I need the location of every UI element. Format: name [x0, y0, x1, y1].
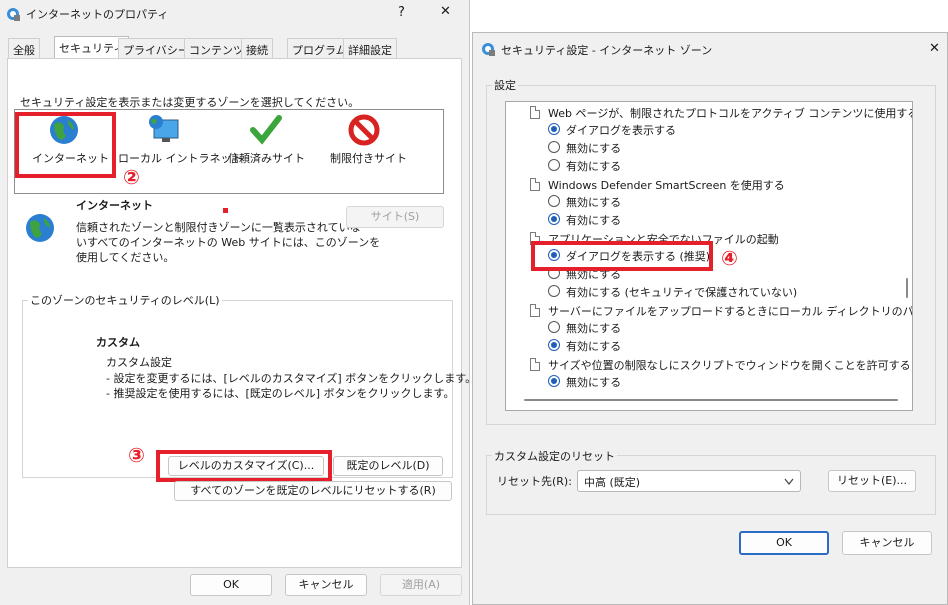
- tab-programs[interactable]: プログラム: [287, 38, 352, 58]
- check-icon: [250, 115, 282, 145]
- close-button[interactable]: ✕: [440, 4, 451, 19]
- sites-button[interactable]: サイト(S): [346, 206, 444, 228]
- reset-button[interactable]: リセット(E)...: [828, 470, 916, 492]
- zone-restricted-sites-label: 制限付きサイト: [330, 152, 407, 165]
- annotation-2: ②: [123, 165, 140, 189]
- internet-properties-window: インターネットのプロパティ ? ✕ 全般 セキュリティ プライバシー コンテンツ…: [0, 0, 476, 605]
- annotation-box-customize: [156, 450, 332, 482]
- settings-legend: 設定: [492, 77, 518, 93]
- cancel-button[interactable]: キャンセル: [285, 574, 367, 596]
- annotation-box-prompt-recommended: [531, 241, 713, 271]
- zone-local-intranet-label: ローカル イントラネット: [118, 152, 243, 165]
- settings-item-icon: [530, 358, 540, 371]
- close-button[interactable]: ✕: [929, 41, 940, 56]
- zone-trusted-sites[interactable]: 信頼済みサイト: [226, 112, 310, 176]
- option-label: 無効にする: [566, 322, 622, 335]
- zone-prompt: セキュリティ設定を表示または変更するゾーンを選択してください。: [20, 96, 360, 109]
- ok-button[interactable]: OK: [739, 531, 829, 555]
- security-level-legend: このゾーンのセキュリティのレベル(L): [28, 292, 222, 308]
- marker-dot: [223, 208, 228, 213]
- settings-item-icon: [530, 304, 540, 317]
- radio-upload-disable[interactable]: [548, 321, 560, 333]
- radio-launch-enable[interactable]: [548, 285, 560, 297]
- option-label: 有効にする: [566, 160, 622, 173]
- setting-header-smartscreen: Windows Defender SmartScreen を使用する: [548, 179, 785, 192]
- horizontal-scrollbar-thumb[interactable]: [524, 399, 898, 401]
- zone-desc-line-3: 使用してください。: [76, 251, 175, 264]
- setting-header-protocols: Web ページが、制限されたプロトコルをアクティブ コンテンツに使用することを許: [548, 107, 912, 120]
- tab-general[interactable]: 全般: [8, 38, 40, 58]
- window-title: インターネットのプロパティ: [26, 8, 169, 21]
- radio-protocols-prompt[interactable]: [548, 123, 560, 135]
- option-label: 有効にする (セキュリティで保護されていない): [566, 286, 798, 299]
- radio-script-disable[interactable]: [548, 375, 560, 387]
- security-settings-window: セキュリティ設定 - インターネット ゾーン ✕ 設定 Web ページが、制限さ…: [472, 32, 948, 605]
- annotation-box-internet: [15, 112, 116, 178]
- annotation-4: ④: [721, 246, 738, 270]
- help-button[interactable]: ?: [398, 5, 405, 20]
- custom-desc-line-1: カスタム設定: [106, 356, 172, 369]
- reset-all-zones-button[interactable]: すべてのゾーンを既定のレベルにリセットする(R): [174, 481, 452, 501]
- option-label: 無効にする: [566, 142, 622, 155]
- custom-title: カスタム: [96, 336, 140, 349]
- ie-settings-icon: [7, 8, 20, 21]
- zone-restricted-sites[interactable]: 制限付きサイト: [326, 112, 410, 176]
- reset-group-legend: カスタム設定のリセット: [492, 448, 617, 464]
- restricted-icon: [348, 114, 380, 146]
- setting-header-script-windows: サイズや位置の制限なしにスクリプトでウィンドウを開くことを許可する: [548, 359, 911, 372]
- option-label: 有効にする: [566, 340, 622, 353]
- zone-desc-line-1: 信頼されたゾーンと制限付きゾーンに一覧表示されていな: [76, 221, 361, 234]
- apply-button[interactable]: 適用(A): [380, 574, 462, 596]
- zone-desc-line-2: いすべてのインターネットの Web サイトには、このゾーンを: [76, 236, 381, 249]
- custom-desc-line-3: - 推奨設定を使用するには、[既定のレベル] ボタンをクリックします。: [106, 387, 455, 400]
- default-level-button[interactable]: 既定のレベル(D): [333, 456, 443, 476]
- settings-item-icon: [530, 106, 540, 119]
- zone-trusted-sites-label: 信頼済みサイト: [228, 152, 305, 165]
- settings-item-icon: [530, 178, 540, 191]
- window-title: セキュリティ設定 - インターネット ゾーン: [501, 44, 713, 57]
- radio-smartscreen-disable[interactable]: [548, 195, 560, 207]
- reset-to-value: 中高 (既定): [584, 476, 641, 489]
- radio-protocols-enable[interactable]: [548, 159, 560, 171]
- tab-advanced[interactable]: 詳細設定: [343, 38, 397, 58]
- radio-smartscreen-enable[interactable]: [548, 213, 560, 225]
- option-label: 有効にする: [566, 214, 622, 227]
- ie-settings-icon: [482, 43, 495, 56]
- intranet-icon: [149, 115, 179, 142]
- tab-connections[interactable]: 接続: [241, 38, 273, 58]
- radio-protocols-disable[interactable]: [548, 141, 560, 153]
- reset-to-label: リセット先(R):: [497, 475, 572, 488]
- option-label: 無効にする: [566, 376, 622, 389]
- cancel-button[interactable]: キャンセル: [842, 531, 932, 555]
- option-label: ダイアログを表示する: [566, 124, 676, 137]
- custom-desc-line-2: - 設定を変更するには、[レベルのカスタマイズ] ボタンをクリックします。: [106, 372, 477, 385]
- ok-button[interactable]: OK: [190, 574, 272, 596]
- zone-title: インターネット: [76, 199, 153, 212]
- radio-upload-enable[interactable]: [548, 339, 560, 351]
- tab-privacy[interactable]: プライバシー: [118, 38, 194, 58]
- vertical-scrollbar-thumb[interactable]: [906, 278, 908, 298]
- option-label: 無効にする: [566, 196, 622, 209]
- tab-content[interactable]: コンテンツ: [184, 38, 249, 58]
- reset-to-select[interactable]: 中高 (既定): [577, 470, 801, 492]
- setting-header-upload-path: サーバーにファイルをアップロードするときにローカル ディレクトリのパスを含める: [548, 305, 913, 318]
- chevron-down-icon: [784, 478, 794, 485]
- globe-icon: [26, 214, 54, 242]
- annotation-3: ③: [128, 443, 145, 467]
